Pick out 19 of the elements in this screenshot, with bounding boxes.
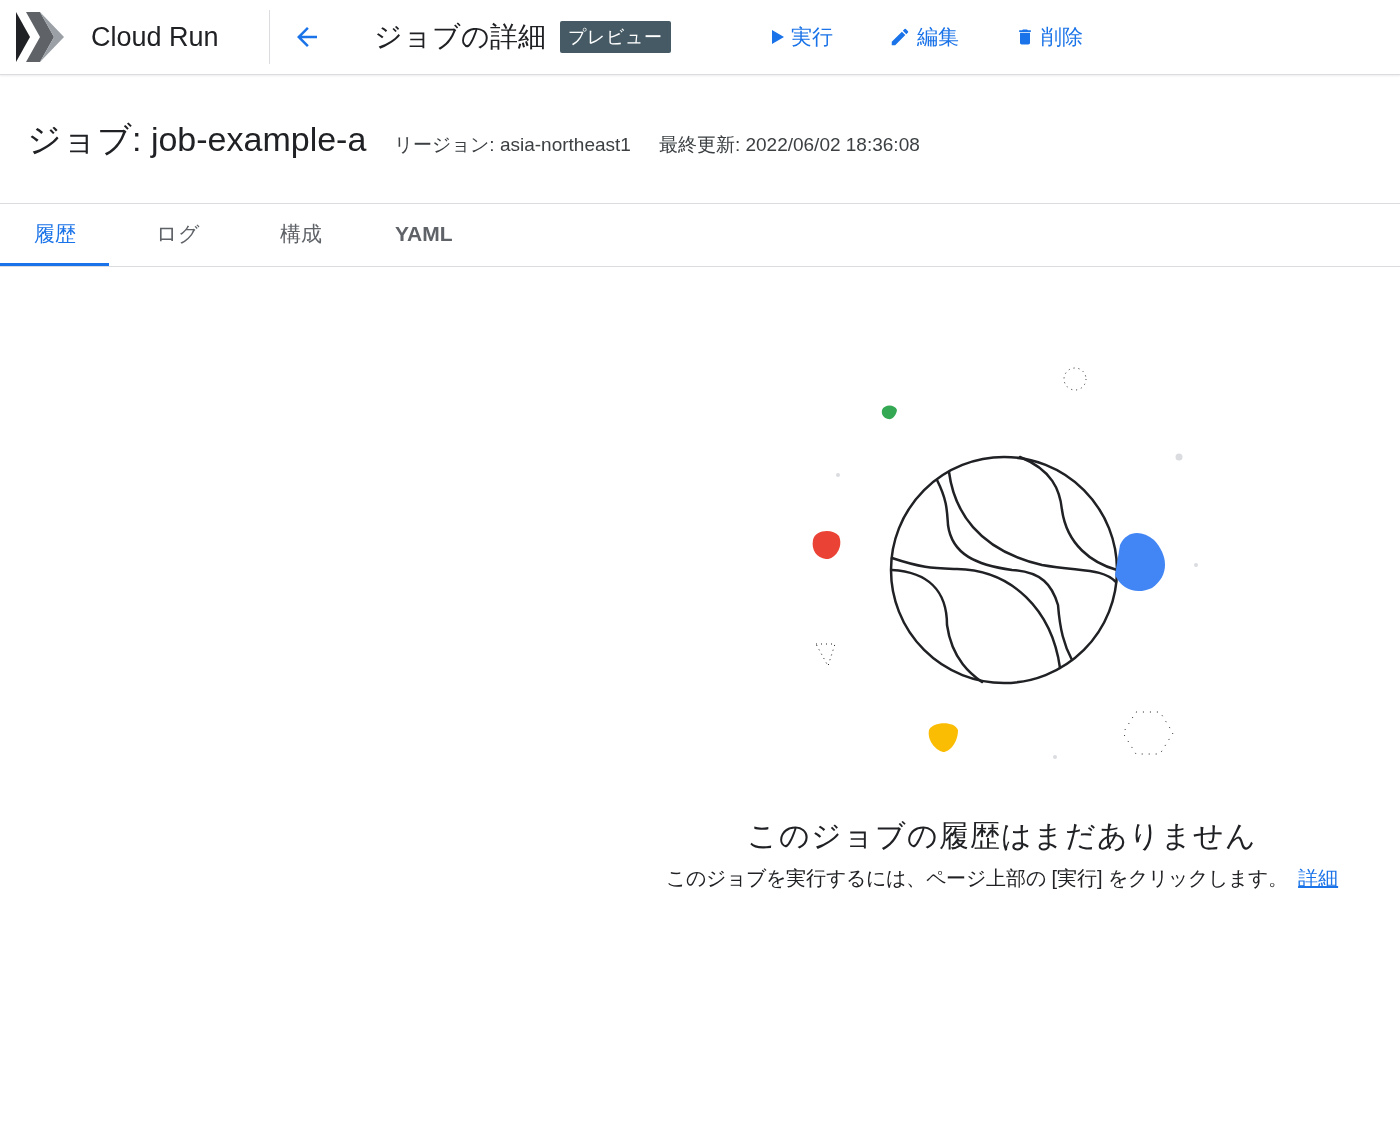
product-name: Cloud Run	[91, 21, 220, 53]
run-button[interactable]: 実行	[771, 23, 833, 51]
delete-button[interactable]: 削除	[1015, 23, 1083, 51]
preview-badge: プレビュー	[560, 21, 671, 53]
tab[interactable]: YAML	[369, 204, 479, 266]
tab[interactable]: 履歴	[0, 204, 109, 266]
job-region: リージョン: asia-northeast1	[394, 133, 631, 157]
last-updated: 最終更新: 2022/06/02 18:36:08	[658, 133, 920, 157]
job-title: ジョブ: job-example-a	[27, 119, 367, 160]
pencil-icon	[889, 26, 911, 48]
empty-state-title: このジョブの履歴はまだありません	[747, 818, 1257, 854]
learn-more-link[interactable]: 詳細	[1298, 867, 1339, 889]
empty-state-description: このジョブを実行するには、ページ上部の [実行] をクリックします。 詳細	[665, 866, 1339, 891]
cloud-run-logo	[16, 12, 64, 62]
play-icon	[771, 29, 785, 45]
tab[interactable]: ログ	[123, 204, 232, 266]
edit-button[interactable]: 編集	[889, 23, 959, 51]
tab[interactable]: 構成	[246, 204, 355, 266]
page-title: ジョブの詳細	[374, 20, 546, 54]
